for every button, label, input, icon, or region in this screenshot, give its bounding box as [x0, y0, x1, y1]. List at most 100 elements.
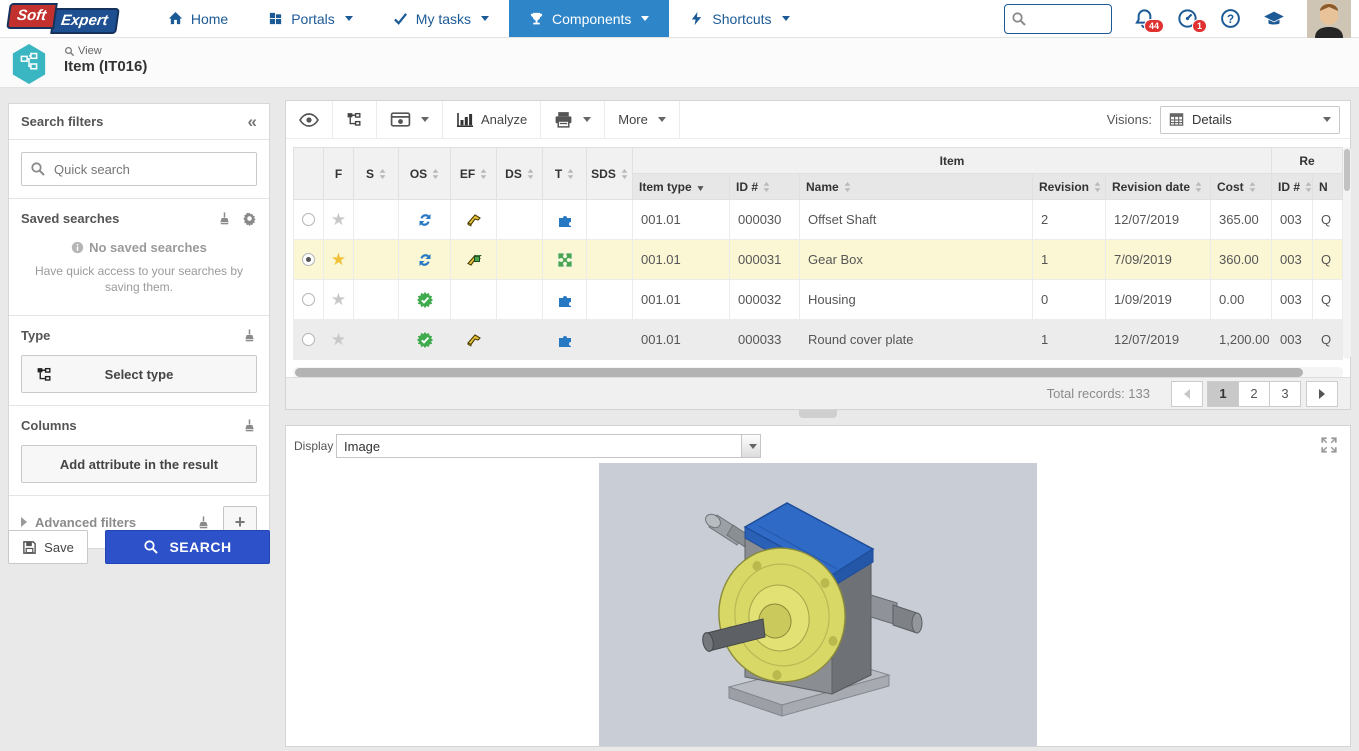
prev-page-button[interactable] — [1171, 381, 1203, 407]
header-ef[interactable]: EF — [451, 148, 497, 200]
header-t[interactable]: T — [543, 148, 587, 200]
table-row-selected[interactable]: ★ 001.01 000031 Gear Box 1 7/09/2019 360… — [294, 240, 1343, 280]
page-button-3[interactable]: 3 — [1269, 381, 1301, 407]
type-section: Type Select type — [9, 316, 269, 406]
quick-search-input[interactable] — [21, 152, 257, 186]
favorite-star-icon[interactable]: ★ — [331, 250, 346, 269]
clear-filter-icon[interactable] — [217, 211, 232, 226]
assembly-part-icon — [465, 251, 483, 269]
header-re-name[interactable]: N — [1313, 174, 1343, 200]
print-button[interactable] — [541, 101, 605, 138]
help-button[interactable] — [1220, 8, 1241, 29]
chevron-down-icon — [583, 117, 591, 122]
cell-item-type: 001.01 — [633, 320, 730, 360]
notifications-button[interactable]: 44 — [1134, 8, 1155, 29]
activity-button[interactable]: 1 — [1177, 8, 1198, 29]
top-right-actions: 44 1 — [1004, 0, 1359, 37]
part-icon — [465, 331, 483, 349]
row-radio[interactable] — [302, 293, 315, 306]
search-button[interactable]: SEARCH — [105, 530, 270, 564]
clear-filter-icon[interactable] — [196, 515, 211, 530]
header-revision[interactable]: Revision — [1033, 174, 1106, 200]
table-row[interactable]: ★ 001.01 000032 Housing 0 1/09/2019 0.00… — [294, 280, 1343, 320]
visions-select[interactable]: Details — [1160, 106, 1340, 134]
favorite-star-icon[interactable]: ★ — [331, 330, 346, 349]
nav-portals[interactable]: Portals — [248, 0, 373, 37]
global-search — [1004, 4, 1112, 34]
header-os[interactable]: OS — [399, 148, 451, 200]
header-id[interactable]: ID # — [730, 174, 800, 200]
nav-components[interactable]: Components — [509, 0, 669, 37]
add-attribute-button[interactable]: Add attribute in the result — [21, 445, 257, 483]
nav-my-tasks[interactable]: My tasks — [373, 0, 509, 37]
header-favorite[interactable]: F — [324, 148, 354, 200]
clear-filter-icon[interactable] — [242, 328, 257, 343]
avatar[interactable] — [1307, 0, 1351, 38]
sort-icon — [763, 182, 770, 192]
view-button[interactable] — [286, 101, 333, 138]
row-radio[interactable] — [302, 213, 315, 226]
advanced-filters-label[interactable]: Advanced filters — [35, 515, 136, 530]
saved-searches-empty-hint: Have quick access to your searches by sa… — [27, 263, 251, 295]
header-re-id[interactable]: ID # — [1272, 174, 1313, 200]
item-hexagon-icon — [10, 43, 48, 85]
table-row[interactable]: ★ 001.01 000030 Offset Shaft 2 12/07/201… — [294, 200, 1343, 240]
view-search-icon — [64, 46, 75, 57]
select-dropdown-button — [741, 435, 760, 457]
arrow-right-icon — [1319, 389, 1325, 399]
vertical-scrollbar[interactable] — [1343, 147, 1351, 359]
arrow-left-icon — [1184, 389, 1190, 399]
add-attribute-label: Add attribute in the result — [60, 457, 218, 472]
row-radio[interactable] — [302, 333, 315, 346]
page-title: Item (IT016) — [64, 58, 147, 75]
training-button[interactable] — [1263, 8, 1285, 30]
my-tasks-check-icon — [393, 11, 408, 26]
panel-splitter-handle[interactable] — [799, 410, 837, 418]
header-sds[interactable]: SDS — [587, 148, 633, 200]
export-button[interactable] — [377, 101, 443, 138]
next-page-button[interactable] — [1306, 381, 1338, 407]
header-ds[interactable]: DS — [497, 148, 543, 200]
row-radio-selected[interactable] — [302, 253, 315, 266]
cell-re-id: 003 — [1272, 200, 1313, 240]
sort-icon — [844, 182, 851, 192]
expand-arrows-icon[interactable] — [1320, 436, 1338, 454]
header-revision-date[interactable]: Revision date — [1106, 174, 1211, 200]
favorite-star-icon[interactable]: ★ — [331, 290, 346, 309]
display-select[interactable]: Image — [336, 434, 761, 458]
header-s[interactable]: S — [354, 148, 399, 200]
cell-revision: 1 — [1033, 320, 1106, 360]
clear-filter-icon[interactable] — [242, 418, 257, 433]
chevron-down-icon — [658, 117, 666, 122]
cell-item-type: 001.01 — [633, 280, 730, 320]
analyze-button[interactable]: Analyze — [443, 101, 541, 138]
page-header: View Item (IT016) — [0, 38, 1359, 88]
save-button[interactable]: Save — [8, 530, 88, 564]
softexpert-logo[interactable]: Soft Expert — [8, 0, 118, 37]
cell-re-id: 003 — [1272, 240, 1313, 280]
page-button-1[interactable]: 1 — [1207, 381, 1239, 407]
page-button-2[interactable]: 2 — [1238, 381, 1270, 407]
visions-value: Details — [1192, 112, 1232, 127]
more-button[interactable]: More — [605, 101, 680, 138]
results-toolbar: Analyze More Visions: Details — [286, 101, 1350, 139]
table-row[interactable]: ★ 001.01 000033 Round cover plate 1 12/0… — [294, 320, 1343, 360]
header-item-type[interactable]: Item type — [633, 174, 730, 200]
gear-icon[interactable] — [242, 211, 257, 226]
header-cost[interactable]: Cost — [1211, 174, 1272, 200]
home-icon — [168, 11, 183, 26]
cell-name: Gear Box — [800, 240, 1033, 280]
cell-name: Offset Shaft — [800, 200, 1033, 240]
cell-id: 000032 — [730, 280, 800, 320]
nav-shortcuts[interactable]: Shortcuts — [669, 0, 809, 37]
collapse-chevrons-icon[interactable]: « — [248, 112, 257, 132]
expand-triangle-icon[interactable] — [21, 517, 27, 527]
select-type-button[interactable]: Select type — [21, 355, 257, 393]
saved-searches-empty-state: No saved searches Have quick access to y… — [21, 226, 257, 303]
save-label: Save — [44, 540, 74, 555]
header-name[interactable]: Name — [800, 174, 1033, 200]
structure-button[interactable] — [333, 101, 377, 138]
puzzle-green-icon — [556, 251, 574, 269]
nav-home[interactable]: Home — [148, 0, 248, 37]
favorite-star-icon[interactable]: ★ — [331, 210, 346, 229]
